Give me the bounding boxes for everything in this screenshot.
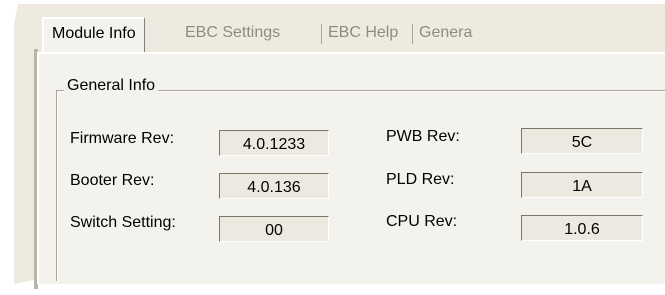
general-info-title: General Info [64,77,159,95]
cpu-rev-label: CPU Rev: [386,213,458,230]
pld-rev-label: PLD Rev: [386,171,455,188]
tab-module-info[interactable]: Module Info [42,17,145,52]
switch-setting-label: Switch Setting: [70,214,176,231]
tab-ebc-settings[interactable]: EBC Settings [185,18,280,48]
cpu-rev-field: 1.0.6 [521,215,643,241]
pwb-rev-field: 5C [521,128,643,154]
tab-strip: Module Info EBC Settings EBC Help Genera [22,17,665,52]
switch-setting-field: 00 [219,216,329,242]
tab-general[interactable]: Genera [419,18,472,48]
booter-rev-field: 4.0.136 [219,173,329,199]
pld-rev-field: 1A [521,172,643,198]
tab-separator [412,24,413,44]
tab-separator [321,24,322,44]
firmware-rev-field: 4.0.1233 [219,130,329,156]
booter-rev-label: Booter Rev: [70,172,155,189]
tab-ebc-help[interactable]: EBC Help [328,18,398,48]
firmware-rev-label: Firmware Rev: [70,130,175,147]
pwb-rev-label: PWB Rev: [386,128,460,145]
